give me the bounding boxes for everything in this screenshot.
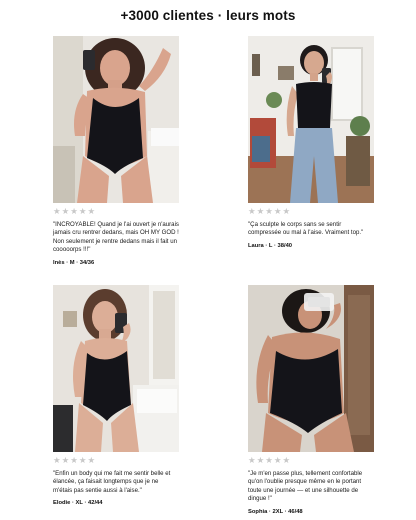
review-author: Inès · M · 34/36 bbox=[53, 259, 95, 266]
star-icon: ★ bbox=[87, 456, 96, 466]
review-author: Elodie · XL · 42/44 bbox=[53, 500, 103, 507]
star-icon: ★ bbox=[53, 207, 61, 217]
review-quote: "Je m'en passe plus, tellement confortab… bbox=[248, 470, 363, 503]
star-icon: ★ bbox=[53, 456, 61, 466]
review-card: ★ ★ ★ ★ ★ "Je m'en passe plus, tellement… bbox=[248, 285, 374, 515]
review-card: ★ ★ ★ ★ ★ "Ça sculpte le corps sans se s… bbox=[248, 36, 374, 249]
star-icon: ★ bbox=[256, 456, 265, 466]
rating-stars: ★ ★ ★ ★ ★ bbox=[248, 208, 374, 217]
customer-photo bbox=[248, 36, 374, 203]
customer-photo bbox=[53, 36, 179, 203]
star-icon: ★ bbox=[61, 456, 70, 466]
review-quote: "INCROYABLE! Quand je l'ai ouvert je n'a… bbox=[53, 221, 179, 254]
review-author: Laura · L · 38/40 bbox=[248, 242, 293, 249]
star-icon: ★ bbox=[273, 456, 282, 466]
star-icon: ★ bbox=[70, 456, 78, 466]
page-title: +3000 clientes · leurs mots bbox=[120, 8, 296, 23]
review-card: ★ ★ ★ ★ ★ "INCROYABLE! Quand je l'ai ouv… bbox=[53, 36, 179, 266]
review-card: ★ ★ ★ ★ ★ "Enfin un body qui me fait me … bbox=[53, 285, 179, 506]
review-quote: "Enfin un body qui me fait me sentir bel… bbox=[53, 470, 171, 494]
star-icon: ★ bbox=[61, 207, 70, 217]
review-quote: "Ça sculpte le corps sans se sentir comp… bbox=[248, 221, 364, 237]
star-icon: ★ bbox=[265, 207, 273, 217]
star-icon: ★ bbox=[248, 207, 256, 217]
star-icon: ★ bbox=[248, 456, 256, 466]
rating-stars: ★ ★ ★ ★ ★ bbox=[248, 457, 374, 466]
star-icon: ★ bbox=[265, 456, 273, 466]
review-author: Sophia · 2XL · 46/48 bbox=[248, 508, 303, 515]
star-icon: ★ bbox=[78, 207, 87, 217]
rating-stars: ★ ★ ★ ★ ★ bbox=[53, 457, 179, 466]
star-icon: ★ bbox=[282, 207, 291, 217]
star-icon: ★ bbox=[256, 207, 265, 217]
customer-photo bbox=[53, 285, 179, 452]
customer-photo bbox=[248, 285, 374, 452]
star-icon: ★ bbox=[282, 456, 291, 466]
star-icon: ★ bbox=[87, 207, 96, 217]
star-icon: ★ bbox=[273, 207, 282, 217]
rating-stars: ★ ★ ★ ★ ★ bbox=[53, 208, 179, 217]
star-icon: ★ bbox=[70, 207, 78, 217]
star-icon: ★ bbox=[78, 456, 87, 466]
